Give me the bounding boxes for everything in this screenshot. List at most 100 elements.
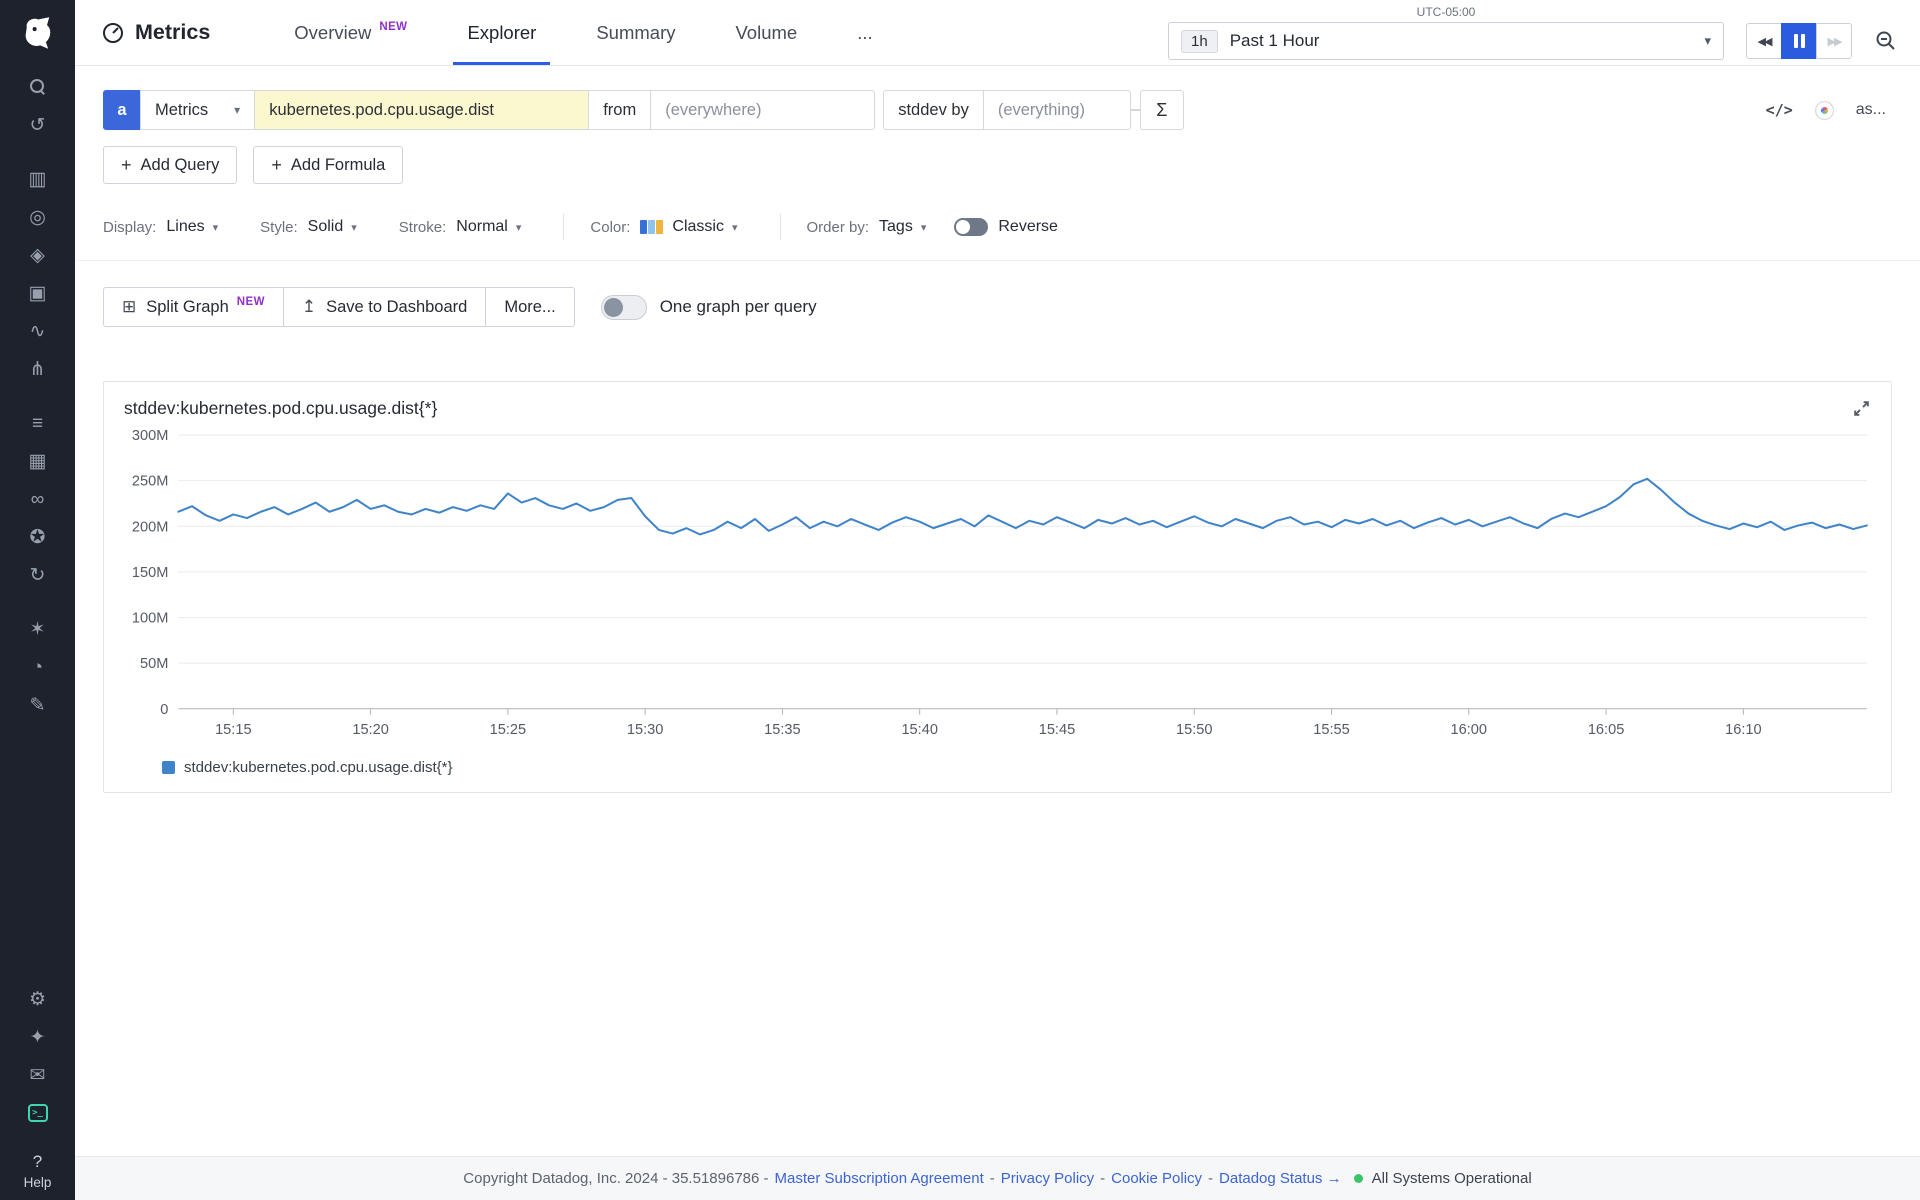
settings-icon[interactable]: ⚙ xyxy=(0,986,75,1012)
rewind-icon: ◀◀ xyxy=(1758,35,1771,48)
zoom-out-button[interactable] xyxy=(1874,29,1898,53)
expand-chart-button[interactable] xyxy=(1852,399,1871,418)
display-select[interactable]: Lines ▾ xyxy=(166,218,218,236)
security-icon[interactable]: ✪ xyxy=(0,524,75,550)
style-select[interactable]: Solid ▾ xyxy=(308,218,357,236)
apm-icon[interactable]: ∿ xyxy=(0,318,75,344)
ci-icon[interactable]: ↻ xyxy=(0,562,75,588)
help-button[interactable]: ? Help xyxy=(24,1152,52,1190)
query-letter-badge[interactable]: a xyxy=(103,90,141,130)
style-label: Style: xyxy=(260,219,298,236)
svg-text:0: 0 xyxy=(160,702,168,718)
query-source-select[interactable]: Metrics ▾ xyxy=(140,90,255,130)
dashboards-icon[interactable]: ▦ xyxy=(0,448,75,474)
logs-icon[interactable]: ≡ xyxy=(0,410,75,436)
split-graph-new-badge: NEW xyxy=(237,296,265,308)
chevron-down-icon: ▾ xyxy=(213,221,219,234)
forward-button[interactable]: ▶▶ xyxy=(1816,23,1852,59)
as-button[interactable]: as... xyxy=(1856,101,1886,119)
color-swatch-icon xyxy=(640,220,663,234)
time-range-dropdown[interactable]: 1h Past 1 Hour ▾ xyxy=(1168,22,1724,60)
metrics-nav-icon[interactable]: ▥ xyxy=(0,166,75,192)
svg-text:100M: 100M xyxy=(132,611,168,627)
profiling-icon[interactable]: ◔ xyxy=(0,654,75,680)
help-icon: ? xyxy=(33,1152,42,1172)
one-graph-per-query-toggle[interactable] xyxy=(601,295,647,320)
more-button[interactable]: More... xyxy=(485,287,574,327)
query-actions-row: + Add Query + Add Formula xyxy=(103,146,1892,184)
svg-text:150M: 150M xyxy=(132,565,168,581)
svg-text:200M: 200M xyxy=(132,519,168,535)
svg-text:15:45: 15:45 xyxy=(1039,722,1075,738)
tab-more[interactable]: ... xyxy=(827,0,902,65)
footer-link-msa[interactable]: Master Subscription Agreement xyxy=(775,1170,984,1187)
rewind-button[interactable]: ◀◀ xyxy=(1746,23,1782,59)
stroke-select[interactable]: Normal ▾ xyxy=(456,218,521,236)
chevron-down-icon: ▾ xyxy=(732,221,738,234)
sigma-function-button[interactable]: Σ xyxy=(1140,90,1184,130)
add-formula-button[interactable]: + Add Formula xyxy=(253,146,403,184)
palette-icon[interactable] xyxy=(1815,101,1834,120)
order-by-select[interactable]: Tags ▾ xyxy=(879,218,926,236)
aggregator-select[interactable]: stddev by xyxy=(883,90,984,130)
chart-panel: stddev:kubernetes.pod.cpu.usage.dist{*} … xyxy=(103,381,1892,793)
notebooks-icon[interactable]: ✎ xyxy=(0,692,75,718)
error-tracking-icon[interactable]: ✶ xyxy=(0,616,75,642)
tab-overview[interactable]: Overview NEW xyxy=(264,0,437,65)
tab-summary[interactable]: Summary xyxy=(566,0,705,65)
chevron-down-icon: ▾ xyxy=(351,221,357,234)
code-view-icon[interactable]: </> xyxy=(1766,101,1793,119)
group-by-input[interactable]: (everything) xyxy=(983,90,1131,130)
svg-text:15:50: 15:50 xyxy=(1176,722,1212,738)
service-map-icon[interactable]: ⋔ xyxy=(0,356,75,382)
recents-icon[interactable]: ↺ xyxy=(0,112,75,138)
pause-button[interactable] xyxy=(1781,23,1817,59)
display-options-row: Display: Lines ▾ Style: Solid ▾ Stroke: xyxy=(103,214,1892,240)
from-label: from xyxy=(588,90,651,130)
support-icon[interactable]: ✉ xyxy=(0,1062,75,1088)
sidebar-nav: ↺ ▥ ◎ ◈ ▣ ∿ ⋔ ≡ ▦ ∞ ✪ ↻ ✶ ◔ ✎ xyxy=(0,68,75,980)
time-range-chip[interactable]: 1h xyxy=(1181,30,1218,53)
footer-link-privacy[interactable]: Privacy Policy xyxy=(1001,1170,1094,1187)
infrastructure-icon[interactable]: ◈ xyxy=(0,242,75,268)
timezone-label: UTC-05:00 xyxy=(1417,5,1476,19)
containers-icon[interactable]: ▣ xyxy=(0,280,75,306)
forward-icon: ▶▶ xyxy=(1828,35,1841,48)
agent-terminal-icon[interactable]: >_ xyxy=(0,1100,75,1126)
tab-volume[interactable]: Volume xyxy=(705,0,827,65)
svg-text:16:10: 16:10 xyxy=(1725,722,1761,738)
timeseries-chart[interactable]: 050M100M150M200M250M300M15:1515:2015:251… xyxy=(112,425,1883,757)
split-graph-button[interactable]: ⊞ Split Graph NEW xyxy=(103,287,284,327)
content-area: ⊞ Split Graph NEW ↥ Save to Dashboard Mo… xyxy=(75,261,1920,793)
color-select[interactable]: Classic ▾ xyxy=(640,218,737,236)
query-section: a Metrics ▾ kubernetes.pod.cpu.usage.dis… xyxy=(75,66,1920,261)
chart-header: stddev:kubernetes.pod.cpu.usage.dist{*} xyxy=(104,382,1891,423)
add-query-button[interactable]: + Add Query xyxy=(103,146,237,184)
watchdog-icon[interactable]: ◎ xyxy=(0,204,75,230)
save-to-dashboard-button[interactable]: ↥ Save to Dashboard xyxy=(283,287,487,327)
reverse-toggle[interactable] xyxy=(954,218,988,236)
footer-link-cookie[interactable]: Cookie Policy xyxy=(1111,1170,1202,1187)
header-tabs: Overview NEW Explorer Summary Volume ... xyxy=(264,0,902,65)
tab-volume-label: Volume xyxy=(735,22,797,44)
stroke-option: Stroke: Normal ▾ xyxy=(399,218,522,236)
style-option: Style: Solid ▾ xyxy=(260,218,357,236)
footer-link-status[interactable]: Datadog Status → xyxy=(1219,1170,1342,1187)
legend-swatch[interactable] xyxy=(162,761,175,774)
app-root: ↺ ▥ ◎ ◈ ▣ ∿ ⋔ ≡ ▦ ∞ ✪ ↻ ✶ ◔ ✎ ⚙ ✦ ✉ >_ ?… xyxy=(0,0,1920,1200)
datadog-logo-icon[interactable] xyxy=(17,12,59,54)
legend-label[interactable]: stddev:kubernetes.pod.cpu.usage.dist{*} xyxy=(184,759,453,776)
integrations-link-icon[interactable]: ∞ xyxy=(0,486,75,512)
search-icon[interactable] xyxy=(0,74,75,100)
metric-input[interactable]: kubernetes.pod.cpu.usage.dist xyxy=(254,90,589,130)
metrics-gauge-icon xyxy=(101,21,125,45)
bits-ai-icon[interactable]: ✦ xyxy=(0,1024,75,1050)
from-filter-input[interactable]: (everywhere) xyxy=(650,90,875,130)
color-label: Color: xyxy=(590,219,630,236)
svg-text:300M: 300M xyxy=(132,428,168,444)
tab-explorer[interactable]: Explorer xyxy=(437,0,566,65)
chevron-down-icon: ▾ xyxy=(921,221,927,234)
chevron-down-icon: ▾ xyxy=(516,221,522,234)
tab-summary-label: Summary xyxy=(596,22,675,44)
svg-text:15:20: 15:20 xyxy=(352,722,388,738)
